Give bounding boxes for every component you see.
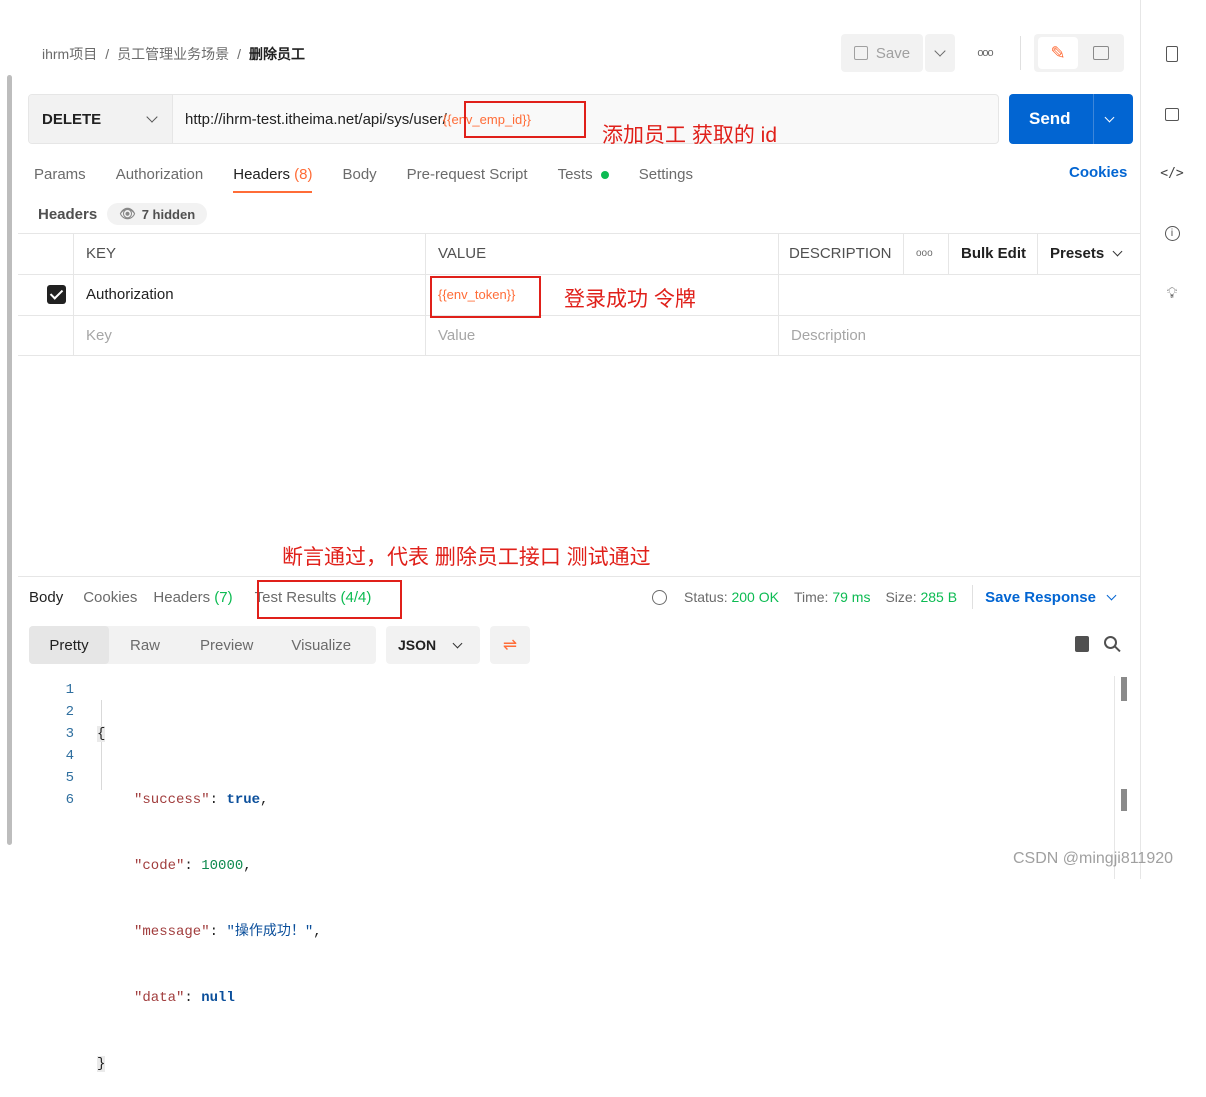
view-pretty[interactable]: Pretty: [29, 626, 109, 664]
wrap-icon: ⇌: [502, 635, 518, 654]
resp-tab-body[interactable]: Body: [29, 589, 63, 606]
breadcrumb-folder[interactable]: 员工管理业务场景: [117, 44, 229, 64]
tab-tests[interactable]: Tests: [558, 166, 609, 183]
checkmark-icon: [49, 286, 64, 300]
watermark: CSDN @mingji811920: [1013, 850, 1174, 867]
send-button[interactable]: Send: [1009, 94, 1133, 144]
new-key-field[interactable]: Key: [74, 315, 425, 355]
status-code[interactable]: 200 OK: [731, 589, 778, 605]
header-enabled-checkbox[interactable]: [47, 285, 66, 304]
request-tabs: Params Authorization Headers (8) Body Pr…: [34, 164, 723, 193]
chevron-down-icon: [934, 45, 946, 57]
comments-icon[interactable]: [1160, 102, 1184, 126]
chevron-down-icon[interactable]: [1104, 112, 1115, 122]
save-icon: [853, 46, 868, 60]
view-tabs: Pretty Raw Preview Visualize: [29, 626, 376, 664]
eye-icon: 👁︎: [119, 206, 136, 221]
save-button[interactable]: Save: [841, 34, 923, 72]
breadcrumb-collection[interactable]: ihrm项目: [42, 44, 97, 64]
response-status: Status: 200 OK Time: 79 ms Size: 285 B S…: [652, 585, 1117, 609]
table-more-button[interactable]: ooo: [904, 233, 948, 274]
chevron-down-icon[interactable]: [1106, 590, 1117, 600]
globe-icon[interactable]: [652, 589, 667, 605]
resp-tab-cookies[interactable]: Cookies: [83, 589, 137, 606]
info-icon[interactable]: i: [1160, 221, 1184, 245]
column-header-key: KEY: [86, 245, 117, 262]
right-sidebar-border: [1140, 0, 1141, 879]
headers-subbar: Headers 👁︎ 7 hidden: [38, 203, 208, 225]
response-size[interactable]: 285 B: [920, 589, 957, 605]
lightbulb-icon[interactable]: 💡︎: [1160, 281, 1184, 305]
status-divider: [972, 585, 974, 609]
annotation-box-url: [464, 101, 586, 138]
tab-params[interactable]: Params: [34, 166, 86, 183]
editor-scrollbar[interactable]: [1121, 677, 1127, 701]
breadcrumb-sep: /: [237, 46, 242, 62]
header-description-field[interactable]: [779, 274, 1140, 315]
chevron-down-icon: [452, 638, 463, 648]
method-select[interactable]: DELETE: [29, 95, 173, 143]
send-divider: [1092, 94, 1094, 144]
headers-count: (8): [294, 165, 313, 183]
chevron-down-icon: [1112, 246, 1123, 257]
toolbar-divider: [1020, 36, 1021, 70]
response-divider: [18, 576, 1140, 577]
breadcrumb-request[interactable]: 删除员工: [249, 44, 305, 64]
editor-scrollbar-end: [1121, 789, 1127, 811]
chevron-down-icon: [146, 111, 158, 123]
tab-authorization[interactable]: Authorization: [116, 166, 204, 183]
save-dropdown-button[interactable]: [925, 34, 955, 72]
save-response-button[interactable]: Save Response: [985, 589, 1096, 606]
mode-toggle: ✎: [1034, 34, 1124, 72]
view-raw[interactable]: Raw: [130, 637, 160, 654]
new-value-field[interactable]: Value: [426, 315, 778, 355]
annotation-id-note: 添加员工 获取的 id: [602, 124, 778, 147]
tab-pre-request-script[interactable]: Pre-request Script: [407, 166, 528, 183]
edit-mode-button[interactable]: ✎: [1038, 37, 1078, 69]
pencil-icon: ✎: [1050, 42, 1066, 63]
annotation-token-note: 登录成功 令牌: [564, 288, 696, 311]
bulk-edit-button[interactable]: Bulk Edit: [949, 233, 1037, 274]
tab-headers[interactable]: Headers (8): [233, 165, 313, 193]
annotation-box-tests: [257, 580, 402, 619]
column-header-description: DESCRIPTION: [789, 245, 892, 262]
column-header-value: VALUE: [438, 245, 487, 262]
breadcrumb-sep: /: [105, 46, 110, 62]
copy-icon[interactable]: [1075, 636, 1089, 652]
code-body[interactable]: { "success": true, "code": 10000, "messa…: [97, 679, 322, 1097]
comment-icon: [1093, 46, 1109, 60]
presets-dropdown[interactable]: Presets: [1038, 233, 1140, 274]
tests-dot-icon: [600, 170, 609, 179]
tab-body[interactable]: Body: [342, 166, 376, 183]
hidden-headers-toggle[interactable]: 👁︎ 7 hidden: [107, 203, 208, 225]
url-base: http://ihrm-test.itheima.net/api/sys/use…: [185, 110, 447, 128]
annotation-box-token: [430, 276, 541, 318]
view-visualize[interactable]: Visualize: [291, 637, 351, 654]
left-scrollbar[interactable]: [7, 75, 12, 845]
resp-tab-headers[interactable]: Headers (7): [153, 589, 232, 606]
line-numbers: 123 456: [65, 682, 74, 808]
new-description-field[interactable]: Description: [779, 315, 1140, 355]
response-time[interactable]: 79 ms: [832, 589, 870, 605]
format-dropdown[interactable]: JSON: [386, 626, 480, 664]
more-actions-button[interactable]: ooo: [970, 42, 1000, 64]
headers-label: Headers: [38, 205, 98, 223]
view-preview[interactable]: Preview: [200, 637, 253, 654]
editor-right-edge: [1114, 676, 1115, 879]
tab-settings[interactable]: Settings: [639, 166, 693, 183]
breadcrumb: ihrm项目 / 员工管理业务场景 / 删除员工: [42, 44, 305, 64]
comment-mode-button[interactable]: [1084, 37, 1118, 69]
search-icon-handle: [1114, 645, 1121, 653]
wrap-lines-button[interactable]: ⇌: [490, 626, 530, 664]
method-label: DELETE: [42, 110, 102, 128]
save-label: Save: [875, 44, 911, 62]
send-label: Send: [1029, 109, 1071, 128]
cookies-link[interactable]: Cookies: [1069, 164, 1127, 181]
header-key-field[interactable]: Authorization: [74, 274, 425, 315]
annotation-test-note: 断言通过，代表 删除员工接口 测试通过: [282, 546, 651, 569]
code-icon[interactable]: </>: [1160, 161, 1184, 185]
documentation-icon[interactable]: [1160, 42, 1184, 66]
